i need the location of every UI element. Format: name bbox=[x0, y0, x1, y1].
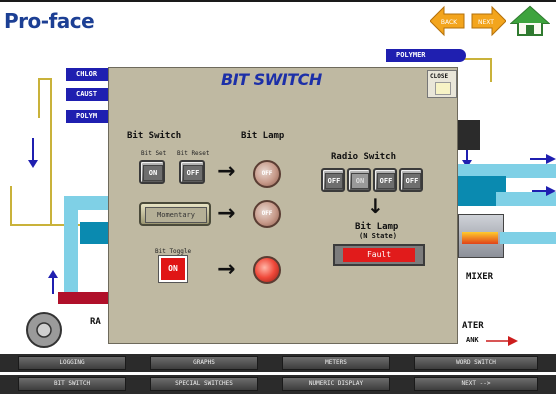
radio-button-1[interactable]: OFF bbox=[321, 168, 345, 192]
radio-button-2[interactable]: ON bbox=[347, 168, 371, 192]
flame-icon bbox=[462, 232, 498, 244]
up-arrow-icon bbox=[48, 270, 58, 294]
bit-lamp-1: OFF bbox=[253, 160, 281, 188]
bit-lamp-3 bbox=[253, 256, 281, 284]
red-pipe bbox=[58, 292, 108, 304]
bit-reset-off-label: OFF bbox=[183, 165, 203, 181]
lamp1-label: OFF bbox=[261, 170, 273, 177]
bit-toggle-label: Bit Toggle bbox=[155, 248, 192, 255]
pipe-segment bbox=[64, 196, 78, 296]
red-arrow-icon bbox=[486, 336, 518, 346]
home-icon[interactable] bbox=[510, 5, 550, 37]
next-label: NEXT bbox=[478, 19, 494, 26]
pipe-segment bbox=[80, 222, 108, 244]
radio-switch-heading: Radio Switch bbox=[331, 152, 397, 162]
back-label: BACK bbox=[441, 19, 458, 26]
bit-lamp-n-heading: Bit Lamp bbox=[355, 222, 399, 232]
pipe-segment bbox=[50, 78, 52, 226]
bit-set-on-label: ON bbox=[143, 165, 163, 181]
arrow-right-icon: → bbox=[217, 159, 236, 184]
lamp2-label: OFF bbox=[261, 210, 273, 217]
fault-lamp: Fault bbox=[333, 244, 425, 266]
bit-reset-button[interactable]: OFF bbox=[179, 160, 205, 184]
ra-label: RA bbox=[90, 317, 101, 327]
screen: Pro-face BACK NEXT CHLOR CAUST POLYM POL… bbox=[0, 0, 556, 394]
pipe-segment bbox=[38, 78, 40, 118]
close-button[interactable]: CLOSE bbox=[427, 70, 457, 98]
pipe-segment bbox=[490, 58, 492, 82]
menu-numeric-display[interactable]: NUMERIC DISPLAY bbox=[282, 377, 390, 391]
bit-switch-dialog: BIT SWITCH CLOSE Bit Switch Bit Lamp Bit… bbox=[108, 67, 458, 344]
mixer-label: MIXER bbox=[466, 272, 494, 282]
menu-special-switches[interactable]: SPECIAL SWITCHES bbox=[150, 377, 258, 391]
bit-lamp-heading: Bit Lamp bbox=[241, 131, 285, 141]
proface-logo: Pro-face bbox=[4, 9, 95, 33]
flow-arrow-icon bbox=[28, 138, 38, 168]
bit-set-label: Bit Set bbox=[141, 150, 167, 157]
water-label: ATER bbox=[462, 321, 484, 331]
close-icon bbox=[435, 82, 451, 95]
bit-lamp-2: OFF bbox=[253, 200, 281, 228]
menu-logging[interactable]: LOGGING bbox=[18, 356, 126, 370]
next-button[interactable]: NEXT bbox=[470, 5, 506, 37]
arrow-right-icon: → bbox=[217, 201, 236, 226]
menu-meters[interactable]: METERS bbox=[282, 356, 390, 370]
valve-block bbox=[456, 120, 480, 150]
n-state-label: (N State) bbox=[359, 232, 397, 240]
bit-set-button[interactable]: ON bbox=[139, 160, 165, 184]
bit-switch-heading: Bit Switch bbox=[127, 131, 182, 141]
menu-graphs[interactable]: GRAPHS bbox=[150, 356, 258, 370]
arrow-right-icon: → bbox=[217, 257, 236, 282]
pipe-segment bbox=[500, 232, 556, 244]
menu-next[interactable]: NEXT --> bbox=[414, 377, 538, 391]
back-button[interactable]: BACK bbox=[430, 5, 466, 37]
menu-word-switch[interactable]: WORD SWITCH bbox=[414, 356, 538, 370]
radio-button-4[interactable]: OFF bbox=[399, 168, 423, 192]
right-arrow-icon bbox=[532, 186, 556, 196]
bit-toggle-button[interactable]: ON bbox=[158, 255, 188, 283]
pipe-segment bbox=[10, 186, 12, 226]
dialog-title: BIT SWITCH bbox=[221, 70, 322, 89]
fault-label: Fault bbox=[343, 248, 415, 262]
momentary-button[interactable]: Momentary bbox=[139, 202, 211, 226]
pump-icon bbox=[26, 312, 62, 348]
top-border bbox=[0, 0, 556, 2]
right-arrow-icon bbox=[530, 154, 556, 164]
bottom-menu-row-1: LOGGING GRAPHS METERS WORD SWITCH bbox=[0, 354, 556, 372]
close-label: CLOSE bbox=[430, 73, 449, 80]
momentary-label: Momentary bbox=[145, 207, 207, 223]
menu-bit-switch[interactable]: BIT SWITCH bbox=[18, 377, 126, 391]
radio-button-3[interactable]: OFF bbox=[373, 168, 397, 192]
arrow-down-icon: ↓ bbox=[367, 194, 384, 218]
polymer-tag: POLYMER bbox=[386, 49, 466, 62]
bit-reset-label: Bit Reset bbox=[177, 150, 210, 157]
pipe-segment bbox=[38, 78, 52, 80]
bottom-menu-row-2: BIT SWITCH SPECIAL SWITCHES NUMERIC DISP… bbox=[0, 375, 556, 394]
radio-switch-group: OFF ON OFF OFF bbox=[321, 168, 423, 192]
tank-label: ANK bbox=[466, 336, 479, 344]
